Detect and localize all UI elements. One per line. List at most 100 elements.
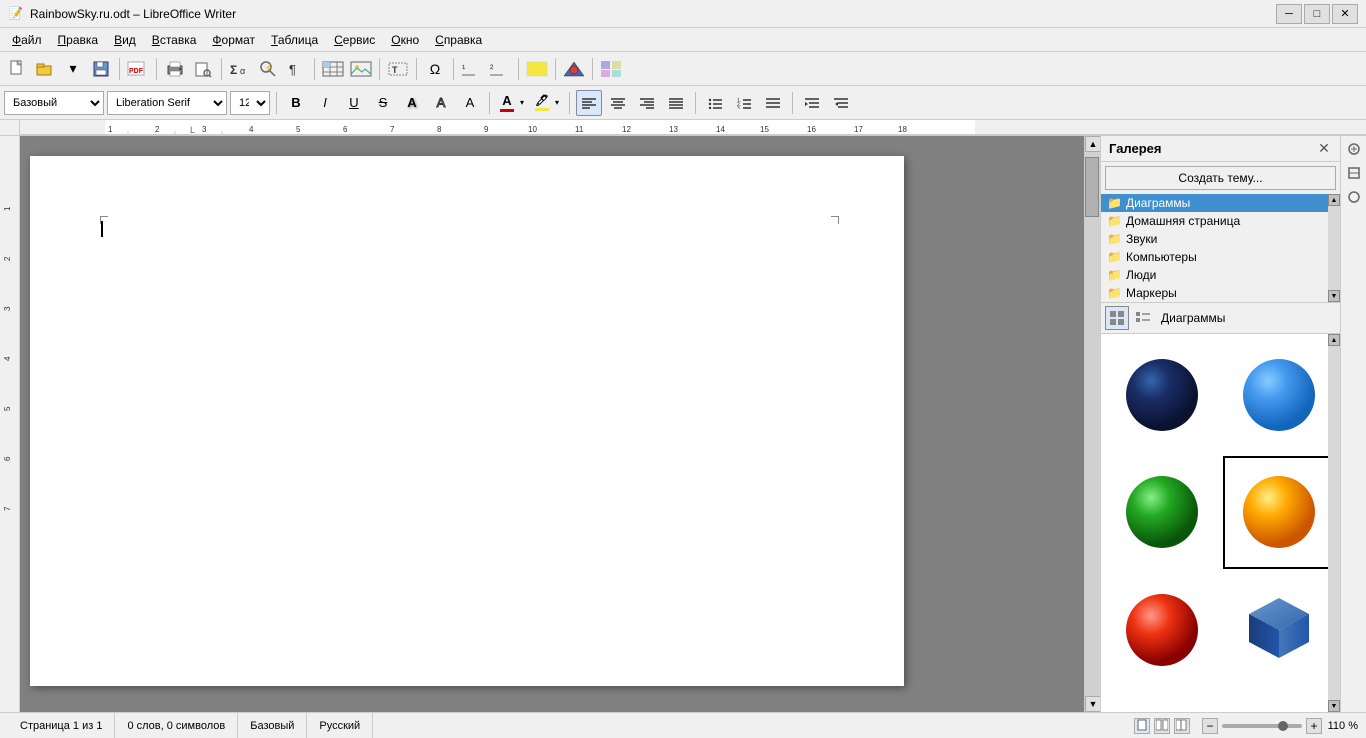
maximize-button[interactable]: □ xyxy=(1304,4,1330,24)
right-tool-1[interactable] xyxy=(1343,138,1365,160)
shadow-button[interactable]: A xyxy=(399,90,425,116)
grid-view-button[interactable] xyxy=(1105,306,1129,330)
italic-button[interactable]: I xyxy=(312,90,338,116)
window-title: RainbowSky.ru.odt – LibreOffice Writer xyxy=(30,7,236,21)
menu-tools[interactable]: Сервис xyxy=(326,31,383,49)
list-view-button[interactable] xyxy=(1131,306,1155,330)
gallery-item-red-sphere[interactable] xyxy=(1105,573,1219,687)
insert-table-button[interactable] xyxy=(320,56,346,82)
decrease-indent-button[interactable] xyxy=(828,90,854,116)
menu-insert[interactable]: Вставка xyxy=(144,31,205,49)
menu-window[interactable]: Окно xyxy=(383,31,427,49)
gallery-item-diagrams[interactable]: 📁 Диаграммы xyxy=(1101,194,1340,212)
menu-edit[interactable]: Правка xyxy=(50,31,107,49)
menu-help[interactable]: Справка xyxy=(427,31,490,49)
scroll-track[interactable] xyxy=(1085,152,1100,696)
zoom-slider-thumb[interactable] xyxy=(1278,721,1288,731)
single-page-view[interactable] xyxy=(1134,718,1150,734)
insert-image-button[interactable] xyxy=(348,56,374,82)
create-theme-button[interactable]: Создать тему... xyxy=(1105,166,1336,190)
menu-file[interactable]: Файл xyxy=(4,31,50,49)
shapes-button[interactable] xyxy=(561,56,587,82)
font-color-button[interactable]: A xyxy=(497,90,517,116)
right-tool-2[interactable] xyxy=(1343,162,1365,184)
paragraph-style-select[interactable]: Базовый xyxy=(4,91,104,115)
insert-footnote-button[interactable]: ¹ xyxy=(459,56,485,82)
list-scroll-down[interactable]: ▼ xyxy=(1328,290,1340,302)
gallery-scroll-up[interactable]: ▲ xyxy=(1328,334,1340,346)
nonprinting-chars-button[interactable]: ¶ xyxy=(283,56,309,82)
list-scroll-up[interactable]: ▲ xyxy=(1328,194,1340,206)
gallery-item-people[interactable]: 📁 Люди xyxy=(1101,266,1340,284)
vertical-scrollbar: ▲ ▼ xyxy=(1084,136,1100,712)
menu-view[interactable]: Вид xyxy=(106,31,144,49)
gallery-item-markers[interactable]: 📁 Маркеры xyxy=(1101,284,1340,302)
highlight-group[interactable]: 🖊 ▾ xyxy=(531,89,563,117)
find-button[interactable]: ⚡ xyxy=(255,56,281,82)
svg-text:¹: ¹ xyxy=(462,64,466,75)
align-left-button[interactable] xyxy=(576,90,602,116)
zoom-slider[interactable] xyxy=(1222,724,1302,728)
gallery-item-computers[interactable]: 📁 Компьютеры xyxy=(1101,248,1340,266)
strikethrough-button[interactable]: S xyxy=(370,90,396,116)
new-button[interactable] xyxy=(4,56,30,82)
bold-button[interactable]: B xyxy=(283,90,309,116)
gallery-close-button[interactable]: ✕ xyxy=(1316,141,1332,157)
book-view[interactable] xyxy=(1174,718,1190,734)
zoom-out-button[interactable]: − xyxy=(1202,718,1218,734)
font-select[interactable]: Liberation Serif xyxy=(107,91,227,115)
underline-button[interactable]: U xyxy=(341,90,367,116)
highlight-color-button[interactable] xyxy=(524,56,550,82)
scroll-up-button[interactable]: ▲ xyxy=(1085,136,1101,152)
font-color-group[interactable]: A ▾ xyxy=(496,89,528,117)
save-button[interactable] xyxy=(88,56,114,82)
unordered-list-button[interactable] xyxy=(702,90,728,116)
right-tool-3[interactable] xyxy=(1343,186,1365,208)
gallery-item-green-sphere[interactable] xyxy=(1105,456,1219,570)
document-area[interactable]: 1 2 3 4 5 6 7 xyxy=(0,136,1084,712)
ordered-list-button[interactable]: 1.2.3. xyxy=(731,90,757,116)
gallery-item-sounds[interactable]: 📁 Звуки xyxy=(1101,230,1340,248)
minimize-button[interactable]: ─ xyxy=(1276,4,1302,24)
gallery-item-light-blue-sphere[interactable] xyxy=(1223,338,1337,452)
increase-indent-button[interactable] xyxy=(799,90,825,116)
insert-char-button[interactable]: Ω xyxy=(422,56,448,82)
toggle-button[interactable] xyxy=(598,56,624,82)
font-size-select[interactable]: 12 xyxy=(230,91,270,115)
gallery-item-green-cube[interactable] xyxy=(1223,691,1337,713)
scroll-down-button[interactable]: ▼ xyxy=(1085,696,1101,712)
menu-table[interactable]: Таблица xyxy=(263,31,326,49)
uppercase-button[interactable]: A xyxy=(457,90,483,116)
list-scroll-track[interactable] xyxy=(1328,206,1340,290)
outline-button[interactable]: A xyxy=(428,90,454,116)
insert-endnote-button[interactable]: ² xyxy=(487,56,513,82)
gallery-item-homepage[interactable]: 📁 Домашняя страница xyxy=(1101,212,1340,230)
gallery-scroll-track[interactable] xyxy=(1328,346,1340,700)
gallery-item-orange-sphere[interactable] xyxy=(1223,456,1337,570)
zoom-in-button[interactable]: + xyxy=(1306,718,1322,734)
highlight-button[interactable]: 🖊 xyxy=(532,90,552,116)
gallery-scroll-down[interactable]: ▼ xyxy=(1328,700,1340,712)
document-page[interactable] xyxy=(30,156,904,686)
export-pdf-button[interactable]: PDF xyxy=(125,56,151,82)
gallery-item-dark-cube[interactable] xyxy=(1223,573,1337,687)
print-button[interactable] xyxy=(162,56,188,82)
print-preview-button[interactable] xyxy=(190,56,216,82)
multi-page-view[interactable] xyxy=(1154,718,1170,734)
align-center-button[interactable] xyxy=(605,90,631,116)
gallery-item-dark-blue-sphere[interactable] xyxy=(1105,338,1219,452)
highlight-arrow[interactable]: ▾ xyxy=(552,90,562,116)
insert-special-button[interactable]: Σα xyxy=(227,56,253,82)
font-color-arrow[interactable]: ▾ xyxy=(517,90,527,116)
menu-format[interactable]: Формат xyxy=(204,31,263,49)
open-button[interactable] xyxy=(32,56,58,82)
open-arrow[interactable]: ▾ xyxy=(60,56,86,82)
scroll-thumb[interactable] xyxy=(1085,157,1099,217)
gallery-item-light-cube[interactable] xyxy=(1105,691,1219,713)
align-right-button[interactable] xyxy=(634,90,660,116)
insert-textbox-button[interactable]: T xyxy=(385,56,411,82)
align-justify-button[interactable] xyxy=(663,90,689,116)
close-button[interactable]: ✕ xyxy=(1332,4,1358,24)
list-options-button[interactable] xyxy=(760,90,786,116)
ruler-corner xyxy=(0,120,20,135)
